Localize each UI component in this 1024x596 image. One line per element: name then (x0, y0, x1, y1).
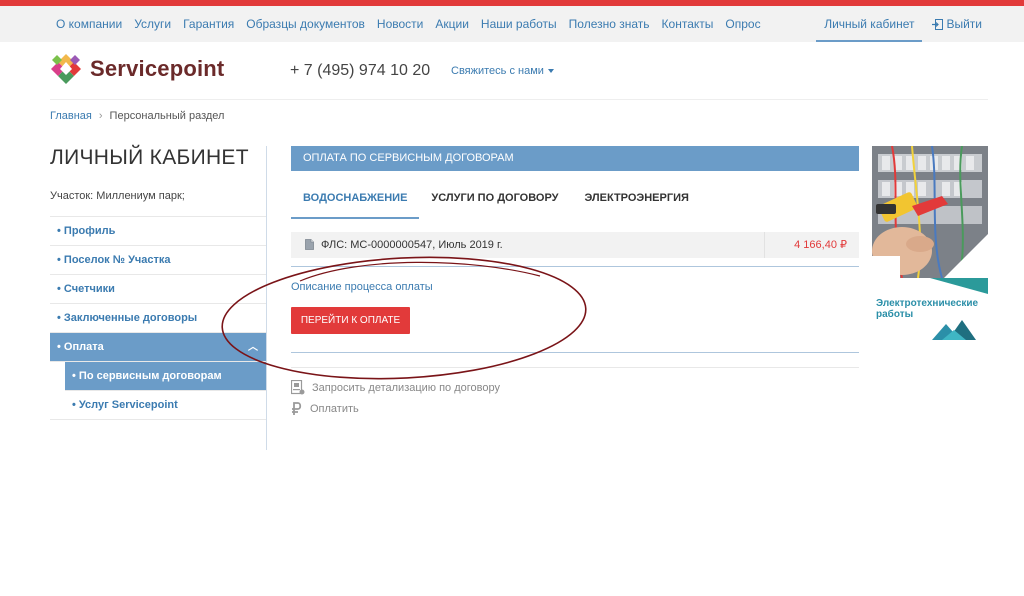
sidebar-item-contracts[interactable]: • Заключенные договоры (50, 304, 266, 333)
contact-dropdown-label: Свяжитесь с нами (451, 65, 544, 77)
page-title: ЛИЧНЫЙ КАБИНЕТ (50, 146, 249, 169)
logout-icon (932, 18, 944, 30)
sidebar-subitem-servicepoint-services[interactable]: • Услуг Servicepoint (50, 391, 266, 420)
pay-action[interactable]: Оплатить (291, 402, 359, 416)
document-icon (305, 239, 314, 250)
pay-action-label: Оплатить (310, 403, 359, 415)
ad-mountain-logo-icon (932, 320, 976, 340)
electrician-photo (872, 146, 988, 278)
divider (291, 367, 859, 368)
site-logo[interactable]: Servicepoint (50, 53, 224, 85)
servicepoint-logo-icon (50, 53, 82, 85)
breadcrumb-home[interactable]: Главная (50, 110, 92, 122)
breadcrumb: Главная › Персональный раздел (50, 110, 224, 122)
personal-cabinet-link[interactable]: Личный кабинет (816, 6, 923, 42)
menu-news[interactable]: Новости (377, 17, 423, 31)
ad-caption-line2: работы (876, 309, 914, 320)
contact-dropdown[interactable]: Свяжитесь с нами (451, 65, 554, 77)
sidebar-item-payment[interactable]: • Оплата ︿ (50, 333, 266, 362)
breadcrumb-current: Персональный раздел (109, 110, 225, 122)
chevron-up-icon: ︿ (248, 342, 258, 353)
ad-caption: Электротехнические работы (876, 298, 978, 320)
ad-caption-line1: Электротехнические (876, 298, 979, 309)
invoice-amount: 4 166,40 ₽ (764, 232, 859, 258)
ruble-icon (292, 402, 302, 415)
phone-number[interactable]: + 7 (495) 974 10 20 (290, 62, 430, 80)
section-title: ОПЛАТА ПО СЕРВИСНЫМ ДОГОВОРАМ (291, 146, 859, 171)
menu-services[interactable]: Услуги (134, 17, 171, 31)
caret-down-icon (547, 69, 554, 74)
chevron-right-icon: › (98, 110, 103, 122)
divider (291, 352, 859, 353)
brand-name: Servicepoint (90, 56, 225, 81)
menu-useful-info[interactable]: Полезно знать (569, 17, 650, 31)
request-details-label: Запросить детализацию по договору (312, 381, 500, 394)
main-menu: О компании Услуги Гарантия Образцы докум… (50, 6, 767, 42)
payment-tabs: ВОДОСНАБЖЕНИЕ УСЛУГИ ПО ДОГОВОРУ ЭЛЕКТРО… (291, 191, 715, 219)
electrical-works-ad-banner[interactable]: Электротехнические работы (872, 146, 988, 342)
top-navigation: О компании Услуги Гарантия Образцы докум… (0, 6, 1024, 42)
main-content: ОПЛАТА ПО СЕРВИСНЫМ ДОГОВОРАМ ВОДОСНАБЖЕ… (291, 146, 859, 415)
logout-link[interactable]: Выйти (932, 17, 982, 31)
request-details-action[interactable]: Запросить детализацию по договору (291, 380, 500, 395)
sidebar-item-meters[interactable]: • Счетчики (50, 275, 266, 304)
tab-water-supply[interactable]: ВОДОСНАБЖЕНИЕ (291, 191, 420, 219)
logout-label: Выйти (946, 17, 982, 31)
menu-warranty[interactable]: Гарантия (183, 17, 234, 31)
payment-description-link[interactable]: Описание процесса оплаты (291, 281, 433, 293)
menu-survey[interactable]: Опрос (725, 17, 760, 31)
menu-contacts[interactable]: Контакты (662, 17, 714, 31)
sidebar-item-profile[interactable]: • Профиль (50, 217, 266, 246)
site-header: Servicepoint + 7 (495) 974 10 20 Свяжите… (50, 50, 988, 100)
go-to-payment-button[interactable]: ПЕРЕЙТИ К ОПЛАТЕ (291, 307, 410, 334)
request-document-icon (291, 380, 305, 395)
electrician-photo-graphic (872, 146, 988, 278)
sidebar: ЛИЧНЫЙ КАБИНЕТ Участок: Миллениум парк; … (50, 146, 266, 420)
menu-promotions[interactable]: Акции (435, 17, 469, 31)
invoice-row[interactable]: ФЛС: МС-0000000547, Июль 2019 г. 4 166,4… (291, 232, 859, 258)
sidebar-subitem-service-contracts[interactable]: • По сервисным договорам (65, 362, 266, 391)
sidebar-item-payment-label: • Оплата (57, 341, 104, 353)
menu-document-samples[interactable]: Образцы документов (246, 17, 365, 31)
menu-our-works[interactable]: Наши работы (481, 17, 557, 31)
plot-label: Участок: Миллениум парк; (50, 190, 266, 217)
invoice-name: ФЛС: МС-0000000547, Июль 2019 г. (321, 239, 503, 251)
tab-contract-services[interactable]: УСЛУГИ ПО ДОГОВОРУ (431, 191, 558, 219)
sidebar-item-settlement[interactable]: • Поселок № Участка (50, 246, 266, 275)
divider (291, 266, 859, 267)
menu-about[interactable]: О компании (56, 17, 122, 31)
account-menu: Личный кабинет Выйти (816, 6, 982, 42)
sidebar-divider (266, 146, 267, 450)
tab-electricity[interactable]: ЭЛЕКТРОЭНЕРГИЯ (585, 191, 689, 219)
ad-teal-triangle-icon (930, 278, 988, 294)
